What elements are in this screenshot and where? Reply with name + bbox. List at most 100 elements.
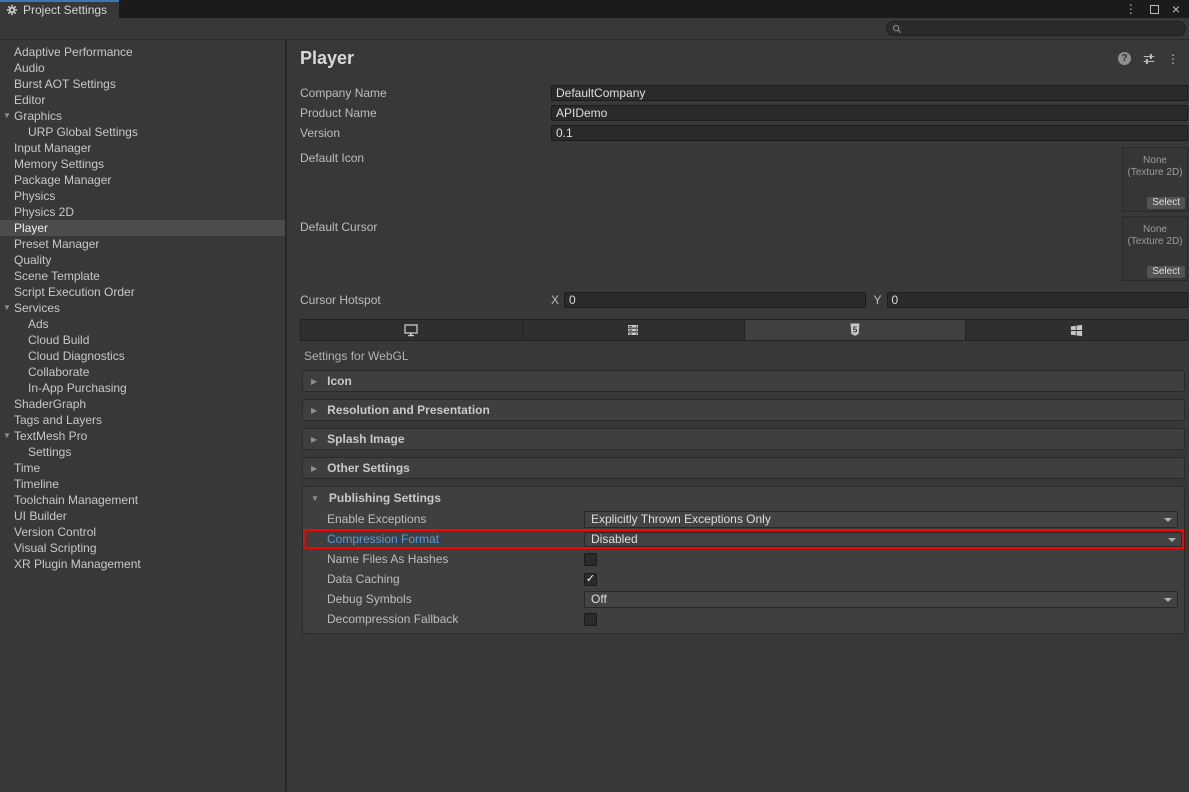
sidebar-item-physics[interactable]: Physics xyxy=(0,188,285,204)
sidebar-item-audio[interactable]: Audio xyxy=(0,60,285,76)
sidebar-item-graphics[interactable]: ▼Graphics xyxy=(0,108,285,124)
sidebar-item-player[interactable]: Player xyxy=(0,220,285,236)
data-caching-checkbox[interactable]: ✓ xyxy=(584,573,597,586)
help-icon[interactable]: ? xyxy=(1118,52,1131,65)
name-files-as-hashes-checkbox[interactable] xyxy=(584,553,597,566)
window-tab-project-settings[interactable]: Project Settings xyxy=(0,0,119,18)
setting-row-name-files-as-hashes: Name Files As Hashes xyxy=(303,549,1184,569)
default-cursor-texture-well[interactable]: None (Texture 2D) Select xyxy=(1122,216,1188,281)
company-name-row: Company Name xyxy=(300,83,1188,103)
sidebar-item-label: Script Execution Order xyxy=(14,285,135,299)
sidebar-item-textmesh-pro[interactable]: ▼TextMesh Pro xyxy=(0,428,285,444)
search-input[interactable] xyxy=(906,23,1180,35)
sidebar-item-in-app-purchasing[interactable]: In-App Purchasing xyxy=(0,380,285,396)
product-name-field[interactable] xyxy=(551,105,1188,121)
sidebar-item-editor[interactable]: Editor xyxy=(0,92,285,108)
sidebar-item-label: Cloud Build xyxy=(28,333,89,347)
cursor-hotspot-label: Cursor Hotspot xyxy=(300,293,551,307)
compression-format-dropdown[interactable]: Disabled xyxy=(584,532,1182,547)
debug-symbols-dropdown[interactable]: Off xyxy=(584,591,1178,608)
sidebar-item-time[interactable]: Time xyxy=(0,460,285,476)
sidebar-item-ui-builder[interactable]: UI Builder xyxy=(0,508,285,524)
sidebar-item-xr-plugin-management[interactable]: XR Plugin Management xyxy=(0,556,285,572)
sidebar-item-label: Ads xyxy=(28,317,49,331)
select-button[interactable]: Select xyxy=(1147,197,1185,209)
chevron-right-icon: ▶ xyxy=(311,406,317,415)
sidebar-item-toolchain-management[interactable]: Toolchain Management xyxy=(0,492,285,508)
platform-tab-desktop[interactable] xyxy=(300,319,522,341)
sidebar-item-label: Graphics xyxy=(14,109,62,123)
section-header-resolution-and-presentation[interactable]: ▶Resolution and Presentation xyxy=(302,399,1185,421)
window-menu-icon[interactable]: ⋮ xyxy=(1125,3,1137,15)
decompression-fallback-checkbox[interactable] xyxy=(584,613,597,626)
sidebar-item-collaborate[interactable]: Collaborate xyxy=(0,364,285,380)
expander-icon[interactable]: ▼ xyxy=(3,428,11,444)
sidebar-item-ads[interactable]: Ads xyxy=(0,316,285,332)
sidebar-item-label: Scene Template xyxy=(14,269,100,283)
window-close-icon[interactable]: × xyxy=(1172,2,1180,16)
sidebar-item-urp-global-settings[interactable]: URP Global Settings xyxy=(0,124,285,140)
sidebar-item-label: Collaborate xyxy=(28,365,89,379)
sidebar-item-timeline[interactable]: Timeline xyxy=(0,476,285,492)
default-cursor-label: Default Cursor xyxy=(300,216,377,234)
platform-tab-windows[interactable] xyxy=(965,319,1188,341)
enable-exceptions-dropdown[interactable]: Explicitly Thrown Exceptions Only xyxy=(584,511,1178,528)
setting-control xyxy=(584,613,1178,626)
sidebar-item-label: Audio xyxy=(14,61,45,75)
sidebar-item-label: Toolchain Management xyxy=(14,493,138,507)
sidebar-item-memory-settings[interactable]: Memory Settings xyxy=(0,156,285,172)
sidebar-item-input-manager[interactable]: Input Manager xyxy=(0,140,285,156)
section-header-icon[interactable]: ▶Icon xyxy=(302,370,1185,392)
window-tab-title: Project Settings xyxy=(23,3,107,17)
publishing-settings-header[interactable]: ▼ Publishing Settings xyxy=(303,487,1184,509)
search-box[interactable] xyxy=(886,21,1186,36)
presets-icon[interactable] xyxy=(1142,52,1156,66)
section-header-splash-image[interactable]: ▶Splash Image xyxy=(302,428,1185,450)
dropdown-value: Off xyxy=(591,592,607,606)
window-maximize-icon[interactable] xyxy=(1150,5,1159,14)
platform-tab-server[interactable] xyxy=(522,319,744,341)
product-name-row: Product Name xyxy=(300,103,1188,123)
chevron-right-icon: ▶ xyxy=(311,377,317,386)
setting-row-enable-exceptions: Enable ExceptionsExplicitly Thrown Excep… xyxy=(303,509,1184,529)
sidebar-item-visual-scripting[interactable]: Visual Scripting xyxy=(0,540,285,556)
sidebar-item-label: Preset Manager xyxy=(14,237,99,251)
sidebar-item-cloud-build[interactable]: Cloud Build xyxy=(0,332,285,348)
default-icon-label: Default Icon xyxy=(300,147,364,165)
expander-icon[interactable]: ▼ xyxy=(3,108,11,124)
panel-menu-icon[interactable]: ⋮ xyxy=(1167,53,1179,65)
sidebar-item-label: Time xyxy=(14,461,40,475)
expander-icon[interactable]: ▼ xyxy=(3,300,11,316)
chevron-down-icon: ▼ xyxy=(311,494,319,503)
window-controls: ⋮ × xyxy=(1125,0,1189,18)
sidebar-item-scene-template[interactable]: Scene Template xyxy=(0,268,285,284)
sidebar-item-services[interactable]: ▼Services xyxy=(0,300,285,316)
hotspot-x-field[interactable] xyxy=(564,292,865,308)
hotspot-y-field[interactable] xyxy=(887,292,1188,308)
gear-icon xyxy=(6,4,18,16)
section-header-other-settings[interactable]: ▶Other Settings xyxy=(302,457,1185,479)
sidebar-item-cloud-diagnostics[interactable]: Cloud Diagnostics xyxy=(0,348,285,364)
platform-tab-webgl[interactable]: 5 xyxy=(744,319,966,341)
company-name-field[interactable] xyxy=(551,85,1188,101)
identity-form: Company Name Product Name Version xyxy=(300,83,1188,143)
sidebar-item-burst-aot-settings[interactable]: Burst AOT Settings xyxy=(0,76,285,92)
default-icon-texture-well[interactable]: None (Texture 2D) Select xyxy=(1122,147,1188,212)
sidebar: Adaptive PerformanceAudioBurst AOT Setti… xyxy=(0,40,287,791)
sidebar-item-preset-manager[interactable]: Preset Manager xyxy=(0,236,285,252)
sidebar-item-settings[interactable]: Settings xyxy=(0,444,285,460)
sidebar-item-version-control[interactable]: Version Control xyxy=(0,524,285,540)
select-button[interactable]: Select xyxy=(1147,266,1185,278)
sidebar-item-label: Quality xyxy=(14,253,51,267)
sidebar-item-shadergraph[interactable]: ShaderGraph xyxy=(0,396,285,412)
sidebar-item-quality[interactable]: Quality xyxy=(0,252,285,268)
setting-label: Compression Format xyxy=(327,532,584,546)
sidebar-item-script-execution-order[interactable]: Script Execution Order xyxy=(0,284,285,300)
titlebar: Project Settings ⋮ × xyxy=(0,0,1189,18)
sidebar-item-package-manager[interactable]: Package Manager xyxy=(0,172,285,188)
sidebar-item-label: Cloud Diagnostics xyxy=(28,349,125,363)
sidebar-item-physics-2d[interactable]: Physics 2D xyxy=(0,204,285,220)
sidebar-item-adaptive-performance[interactable]: Adaptive Performance xyxy=(0,44,285,60)
version-field[interactable] xyxy=(551,125,1188,141)
sidebar-item-tags-and-layers[interactable]: Tags and Layers xyxy=(0,412,285,428)
